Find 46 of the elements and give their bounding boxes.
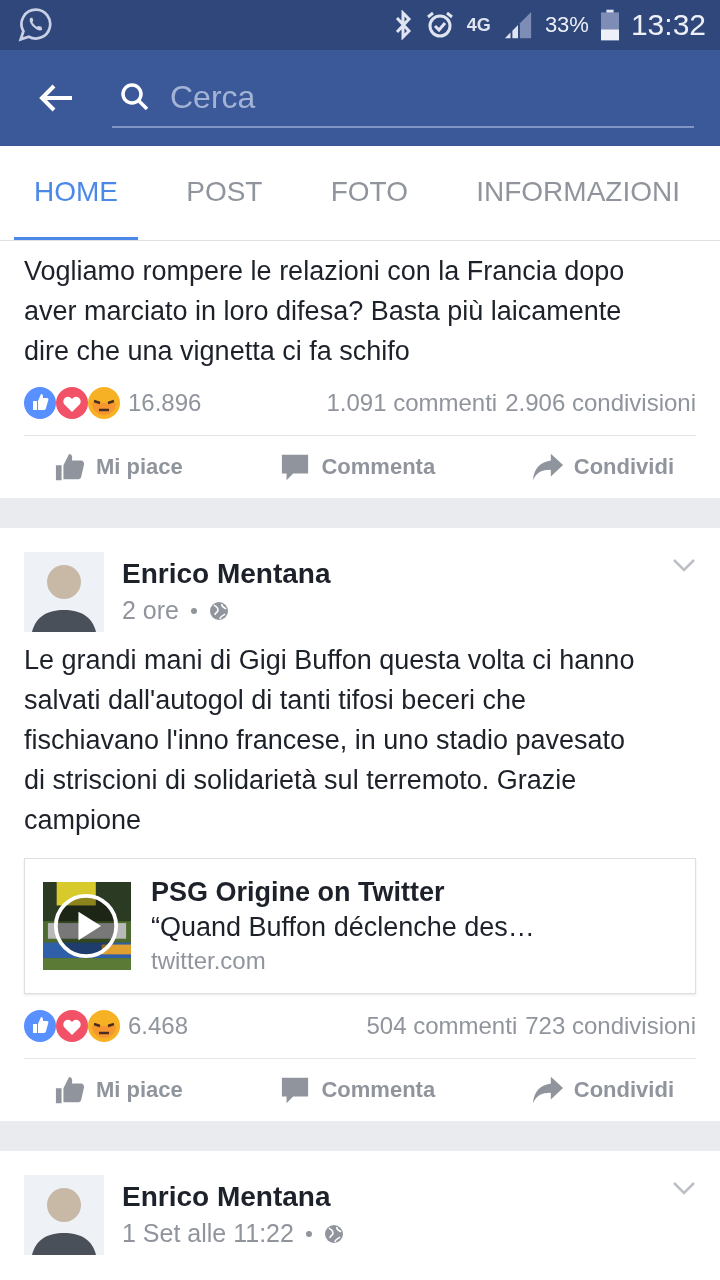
whatsapp-icon — [18, 7, 54, 43]
reaction-icons[interactable] — [24, 1008, 120, 1044]
separator-dot — [191, 607, 197, 614]
page-tab[interactable]: INFORMAZIONI — [456, 146, 700, 240]
post-text: Vogliamo rompere le relazioni con la Francia dopo aver marciato in loro difesa? Basta più laicamente dire che una vignetta ci fa schifo — [24, 255, 626, 368]
post-text: Le grandi mani di Gigi Buffon questa volta ci hanno salvati dall'autogol di tanti tifosi beceri che fischiavano l'inno francese, in uno stadio pavesato di striscioni di solidarietà sul terremoto. Grazie campione — [24, 644, 636, 837]
search-icon — [120, 82, 150, 112]
avatar-silhouette[interactable] — [24, 1175, 104, 1255]
thumbs-up-icon — [54, 452, 86, 482]
link-title: PSG Origine on Twitter — [151, 877, 446, 908]
globe-icon — [323, 1223, 344, 1244]
reaction-count[interactable]: 16.896 — [128, 389, 202, 417]
post-time[interactable]: 1 Set alle 11:22 — [122, 1219, 294, 1248]
comment-button[interactable]: Commenta — [279, 448, 436, 486]
network-type: 4G — [466, 14, 491, 36]
comment-count[interactable]: 504 commenti — [366, 1012, 518, 1040]
separator-dot — [305, 1230, 312, 1237]
alarm-icon — [424, 10, 455, 40]
share-count[interactable]: 723 condivisioni — [525, 1012, 696, 1040]
avatar-silhouette[interactable] — [24, 552, 104, 632]
reaction-count[interactable]: 6.468 — [128, 1012, 189, 1040]
link-domain: twitter.com — [151, 947, 267, 975]
like-button[interactable]: Mi piace — [54, 1071, 183, 1109]
link-preview-card[interactable]: PSG Origine on Twitter “Quand Buffon déclenche des… twitter.com — [24, 858, 696, 994]
share-arrow-icon — [531, 452, 564, 482]
battery-icon — [600, 9, 619, 41]
back-arrow-icon[interactable] — [38, 83, 74, 113]
like-button[interactable]: Mi piace — [54, 448, 183, 486]
comment-count[interactable]: 1.091 commenti — [326, 389, 498, 417]
author-name[interactable]: Enrico Mentana — [122, 558, 654, 590]
play-icon[interactable] — [53, 893, 119, 959]
page-tab[interactable]: FOTO — [310, 146, 428, 240]
share-arrow-icon — [531, 1075, 564, 1105]
comment-button[interactable]: Commenta — [279, 1071, 436, 1109]
link-description: “Quand Buffon déclenche des… — [151, 912, 535, 943]
share-button[interactable]: Condividi — [531, 448, 674, 486]
page-tab[interactable]: POST — [166, 146, 283, 240]
thumbs-up-icon — [54, 1075, 86, 1105]
author-name[interactable]: Enrico Mentana — [122, 1181, 654, 1213]
post-time[interactable]: 2 ore — [122, 596, 179, 625]
reaction-icons[interactable] — [24, 385, 120, 421]
globe-icon — [209, 600, 229, 621]
battery-percent: 33% — [544, 12, 589, 38]
share-count[interactable]: 2.906 condivisioni — [505, 389, 696, 417]
share-button[interactable]: Condividi — [531, 1071, 674, 1109]
clock-time: 13:32 — [630, 8, 706, 42]
